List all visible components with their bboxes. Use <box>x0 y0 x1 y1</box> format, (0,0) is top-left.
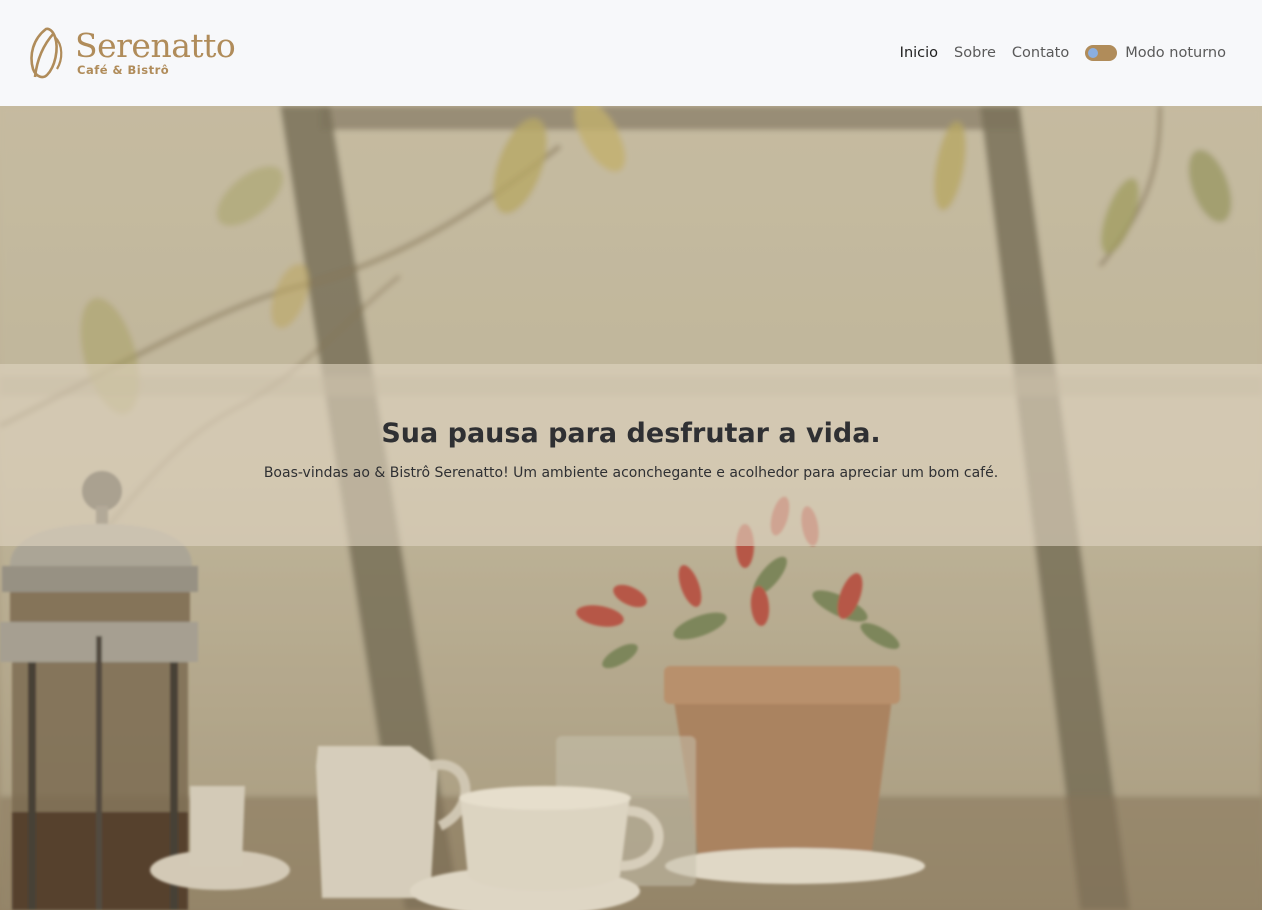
main-nav: Inicio Sobre Contato Modo noturno <box>900 45 1226 61</box>
brand-logo[interactable]: Serenatto Café & Bistrô <box>25 25 236 81</box>
dark-mode-control: Modo noturno <box>1085 45 1226 61</box>
dark-mode-label: Modo noturno <box>1125 45 1226 61</box>
coffee-bean-icon <box>30 27 63 79</box>
hero-section: Sua pausa para desfrutar a vida. Boas-vi… <box>0 106 1262 910</box>
nav-link-contato[interactable]: Contato <box>1012 45 1069 61</box>
nav-link-sobre[interactable]: Sobre <box>954 45 996 61</box>
hero-title: Sua pausa para desfrutar a vida. <box>381 417 881 449</box>
hero-subtitle: Boas-vindas ao & Bistrô Serenatto! Um am… <box>263 464 999 481</box>
site-header: Serenatto Café & Bistrô Inicio Sobre Con… <box>0 0 1262 106</box>
brand-name: Serenatto <box>75 26 236 66</box>
dark-mode-toggle[interactable] <box>1085 45 1118 61</box>
nav-link-inicio[interactable]: Inicio <box>900 45 938 61</box>
hero-banner: Sua pausa para desfrutar a vida. Boas-vi… <box>0 364 1262 546</box>
brand-tagline: Café & Bistrô <box>77 63 170 78</box>
toggle-knob <box>1088 48 1099 58</box>
